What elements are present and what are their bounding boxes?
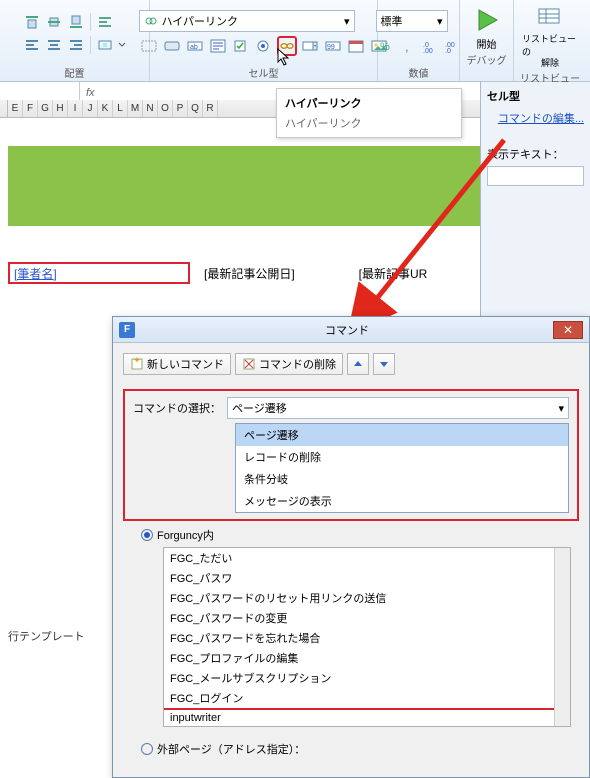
align-bottom-icon[interactable]: [66, 12, 86, 32]
chevron-down-icon: ▾: [344, 15, 350, 28]
svg-text:.00: .00: [423, 48, 433, 53]
ct-check-icon[interactable]: [231, 36, 251, 56]
command-dialog: F コマンド ✕ ✦ 新しいコマンド コマンドの削除 コマンドの選択： ページ遷…: [112, 316, 590, 778]
col-E[interactable]: E: [8, 100, 23, 117]
col-F[interactable]: F: [23, 100, 38, 117]
group-celltype-label: セル型: [249, 64, 279, 81]
col-R[interactable]: R: [203, 100, 218, 117]
page-item[interactable]: FGC_ログイン: [164, 688, 570, 708]
dialog-title-text: コマンド: [141, 322, 553, 338]
page-item[interactable]: FGC_プロファイルの編集: [164, 648, 570, 668]
group-debug-label: デバッグ: [467, 51, 507, 68]
col-H[interactable]: H: [53, 100, 68, 117]
dd-item[interactable]: レコードの削除: [236, 446, 568, 468]
celltype-combo[interactable]: ハイパーリンク ▾: [139, 10, 355, 32]
inc-decimal-icon[interactable]: .0.00: [420, 36, 440, 56]
number-format-combo[interactable]: 標準▾: [376, 10, 448, 32]
ct-hyperlink-icon[interactable]: [277, 36, 297, 56]
align-center-icon[interactable]: [44, 35, 64, 55]
page-item[interactable]: FGC_メールサブスクリプション: [164, 668, 570, 688]
internal-page-radio[interactable]: [141, 529, 153, 541]
page-list[interactable]: FGC_ただいFGC_パスワFGC_パスワードのリセット用リンクの送信FGC_パ…: [163, 547, 571, 727]
col-P[interactable]: P: [173, 100, 188, 117]
align-left-icon[interactable]: [22, 35, 42, 55]
cell-latest-url[interactable]: [最新記事UR: [353, 262, 434, 284]
svg-text:ab: ab: [190, 44, 198, 51]
col-G[interactable]: G: [38, 100, 53, 117]
ct-radio-icon[interactable]: [254, 36, 274, 56]
start-button[interactable]: 開始: [459, 2, 515, 51]
close-button[interactable]: ✕: [553, 321, 583, 339]
display-text-input[interactable]: [487, 166, 584, 186]
celltype-combo-text: ハイパーリンク: [162, 13, 239, 29]
page-item[interactable]: FGC_パスワードの変更: [164, 608, 570, 628]
page-item[interactable]: FGC_パスワードのリセット用リンクの送信: [164, 588, 570, 608]
fx-icon[interactable]: fx: [80, 87, 101, 99]
external-page-label: 外部ページ（アドレス指定）：: [157, 741, 305, 757]
dialog-icon: F: [119, 322, 135, 338]
dialog-titlebar[interactable]: F コマンド ✕: [113, 317, 589, 343]
page-item[interactable]: FGC_ただい: [164, 548, 570, 568]
align-right-icon[interactable]: [66, 35, 86, 55]
wrap-text-icon[interactable]: [95, 12, 115, 32]
comma-icon[interactable]: ,: [398, 36, 418, 56]
dd-item[interactable]: 条件分岐: [236, 468, 568, 490]
edit-commands-link[interactable]: コマンドの編集...: [487, 110, 584, 126]
internal-page-label: Forguncy内: [157, 527, 214, 543]
col-N[interactable]: N: [143, 100, 158, 117]
col-M[interactable]: M: [128, 100, 143, 117]
rightpanel-title: セル型: [487, 88, 584, 104]
svg-text:,: ,: [405, 39, 409, 53]
ct-combo-icon[interactable]: [300, 36, 320, 56]
cell-author-name[interactable]: [筆者名]: [8, 262, 190, 284]
cmd-dropdown-menu: ページ遷移レコードの削除条件分岐メッセージの表示: [235, 423, 569, 513]
svg-text:✦: ✦: [133, 357, 141, 365]
svg-text:99: 99: [327, 44, 335, 51]
delete-command-button[interactable]: コマンドの削除: [235, 353, 343, 375]
ct-multiline-icon[interactable]: [208, 36, 228, 56]
ct-number-icon[interactable]: 99: [323, 36, 343, 56]
listview-release-button[interactable]: リストビューの 解除: [522, 2, 578, 69]
cmd-select-combo[interactable]: ページ遷移▾: [227, 397, 569, 419]
col-L[interactable]: L: [113, 100, 128, 117]
cmd-select-label: コマンドの選択：: [133, 400, 221, 416]
external-page-radio[interactable]: [141, 743, 153, 755]
svg-text:%: %: [380, 41, 390, 53]
green-band: [8, 146, 480, 226]
merge-dd-icon[interactable]: [117, 35, 127, 55]
ct-date-icon[interactable]: [346, 36, 366, 56]
page-item[interactable]: inputwriter: [163, 708, 571, 727]
col-O[interactable]: O: [158, 100, 173, 117]
display-text-label: 表示テキスト：: [487, 146, 584, 162]
page-item[interactable]: FGC_パスワードを忘れた場合: [164, 628, 570, 648]
dd-item[interactable]: メッセージの表示: [236, 490, 568, 512]
row-template-label: 行テンプレート: [8, 628, 85, 644]
col-I[interactable]: I: [68, 100, 83, 117]
page-item[interactable]: FGC_パスワ: [164, 568, 570, 588]
dd-item[interactable]: ページ遷移: [236, 424, 568, 446]
move-up-button[interactable]: [347, 353, 369, 375]
command-select-redbox: コマンドの選択： ページ遷移▾ ページ遷移レコードの削除条件分岐メッセージの表示: [123, 389, 579, 521]
col-K[interactable]: K: [98, 100, 113, 117]
ct-button-icon[interactable]: [162, 36, 182, 56]
align-top-icon[interactable]: [22, 12, 42, 32]
group-align-label: 配置: [65, 64, 85, 81]
merge-cells-icon[interactable]: [95, 35, 115, 55]
col-J[interactable]: J: [83, 100, 98, 117]
align-middle-icon[interactable]: [44, 12, 64, 32]
ct-textbox-icon[interactable]: ab: [185, 36, 205, 56]
scrollbar[interactable]: [554, 548, 570, 726]
col-Q[interactable]: Q: [188, 100, 203, 117]
move-down-button[interactable]: [373, 353, 395, 375]
ribbon: 配置 ハイパーリンク ▾ ab 99 セル型: [0, 0, 590, 82]
percent-icon[interactable]: %: [376, 36, 396, 56]
group-number-label: 数値: [409, 64, 429, 81]
new-command-button[interactable]: ✦ 新しいコマンド: [123, 353, 231, 375]
ct-none-icon[interactable]: [139, 36, 159, 56]
svg-text:.0: .0: [445, 48, 451, 53]
hyperlink-tooltip: ハイパーリンク ハイパーリンク: [276, 88, 462, 138]
cell-latest-pub[interactable]: [最新記事公開日]: [198, 262, 301, 284]
